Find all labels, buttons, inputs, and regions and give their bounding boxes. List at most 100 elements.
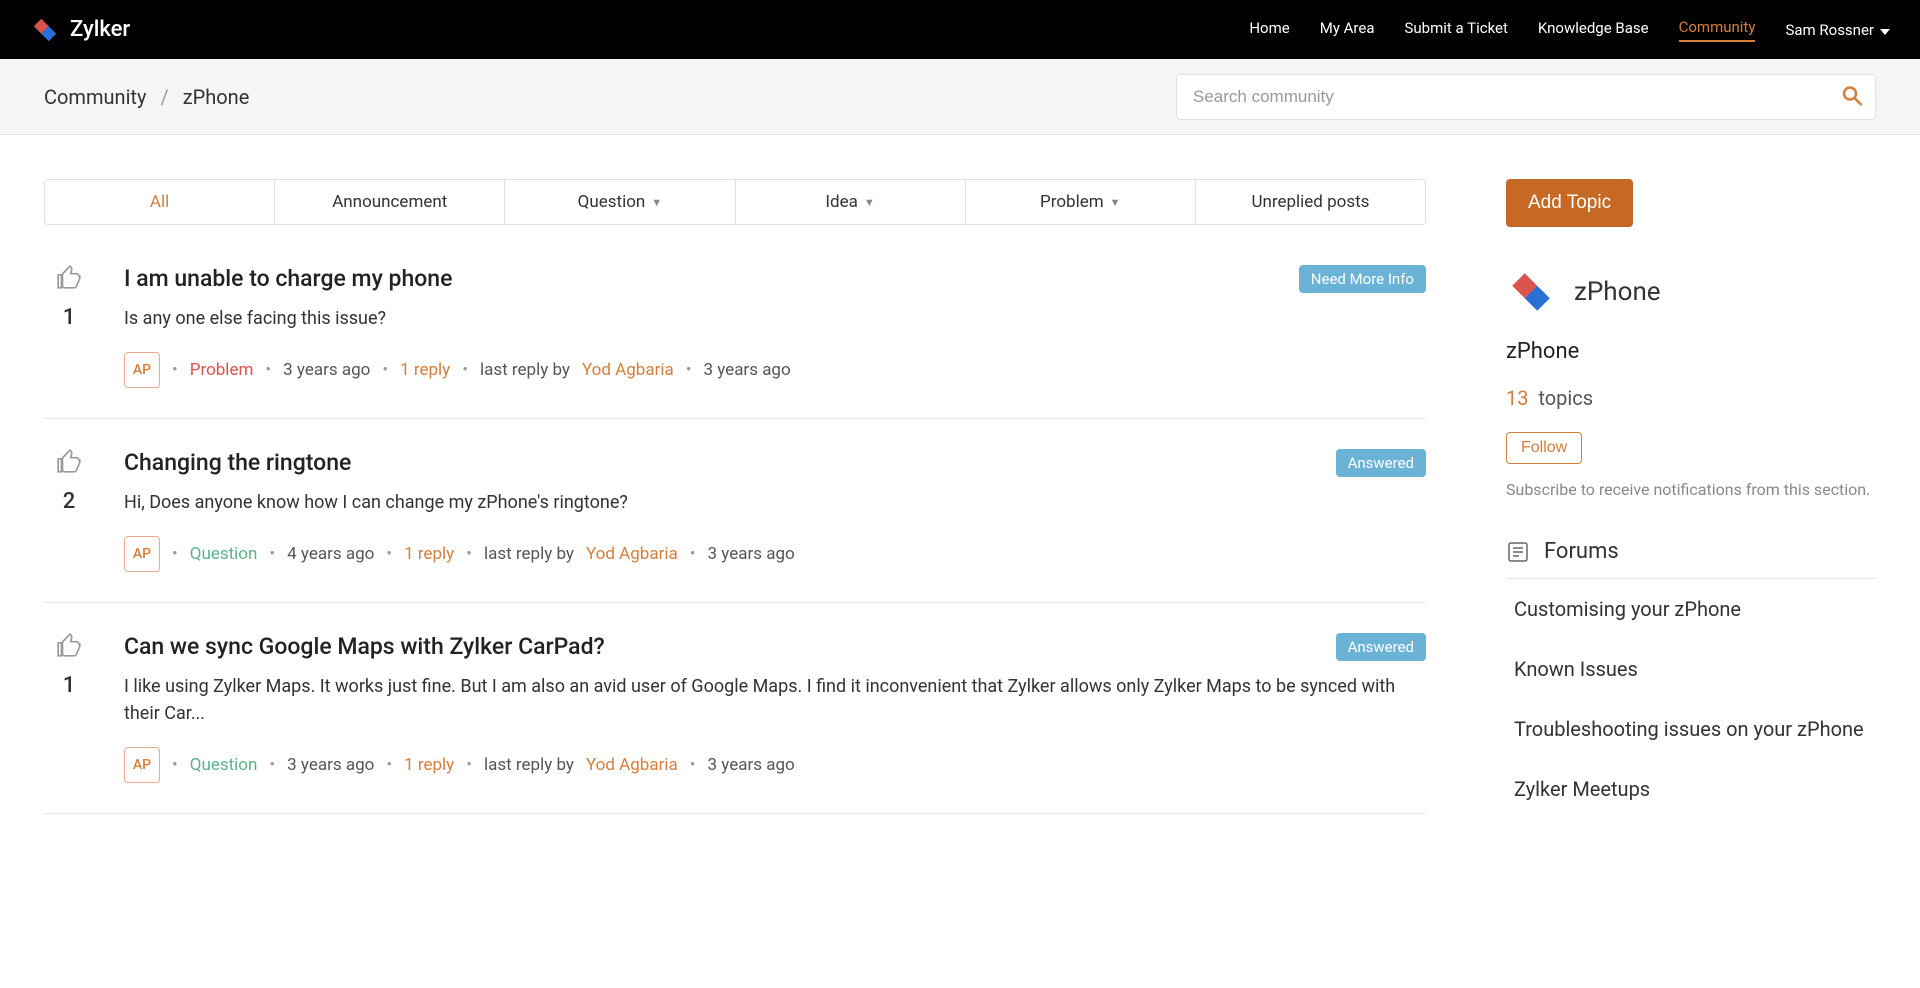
topic-head-row: Can we sync Google Maps with Zylker CarP… bbox=[124, 633, 1426, 661]
meta-dot: • bbox=[690, 544, 696, 564]
tab-label: Problem bbox=[1040, 192, 1104, 212]
logo-area[interactable]: Zylker bbox=[30, 15, 130, 45]
chevron-down-icon: ▼ bbox=[1110, 196, 1121, 209]
topic-excerpt: Hi, Does anyone know how I can change my… bbox=[124, 489, 1426, 516]
product-logo-icon bbox=[1506, 267, 1556, 317]
topics-count-row: 13 topics bbox=[1506, 386, 1876, 410]
tab-label: Announcement bbox=[332, 192, 447, 212]
nav-submit-ticket[interactable]: Submit a Ticket bbox=[1405, 19, 1508, 41]
topic-meta: AP • Question • 3 years ago • 1 reply • … bbox=[124, 747, 1426, 783]
meta-dot: • bbox=[172, 544, 178, 564]
search-input[interactable] bbox=[1176, 74, 1876, 120]
last-reply-prefix: last reply by bbox=[484, 544, 574, 564]
meta-dot: • bbox=[462, 360, 468, 380]
forum-item[interactable]: Known Issues bbox=[1506, 639, 1876, 699]
meta-dot: • bbox=[172, 755, 178, 775]
meta-dot: • bbox=[382, 360, 388, 380]
breadcrumb-zphone[interactable]: zPhone bbox=[183, 85, 250, 109]
thumbs-up-icon[interactable] bbox=[56, 449, 82, 479]
brand-logo-icon bbox=[30, 15, 60, 45]
replies-link[interactable]: 1 reply bbox=[400, 360, 450, 380]
topic-title[interactable]: Changing the ringtone bbox=[124, 449, 351, 476]
topic-body: Changing the ringtone Answered Hi, Does … bbox=[124, 449, 1426, 572]
meta-dot: • bbox=[269, 755, 275, 775]
breadcrumb: Community / zPhone bbox=[44, 85, 249, 109]
topic-age: 3 years ago bbox=[283, 360, 370, 380]
content: All Announcement Question ▼ Idea ▼ Problem… bbox=[44, 179, 1426, 819]
nav-knowledge-base[interactable]: Knowledge Base bbox=[1538, 19, 1649, 41]
topic-meta: AP • Problem • 3 years ago • 1 reply • l… bbox=[124, 352, 1426, 388]
topic-title[interactable]: I am unable to charge my phone bbox=[124, 265, 452, 292]
topic-body: Can we sync Google Maps with Zylker CarP… bbox=[124, 633, 1426, 783]
product-title: zPhone bbox=[1574, 277, 1661, 307]
tab-all[interactable]: All bbox=[45, 180, 275, 224]
chevron-down-icon: ▼ bbox=[864, 196, 875, 209]
meta-dot: • bbox=[686, 360, 692, 380]
thumbs-up-icon[interactable] bbox=[56, 633, 82, 663]
status-badge: Answered bbox=[1336, 449, 1426, 477]
tab-problem[interactable]: Problem ▼ bbox=[966, 180, 1196, 224]
topic-body: I am unable to charge my phone Need More… bbox=[124, 265, 1426, 388]
status-badge: Answered bbox=[1336, 633, 1426, 661]
add-topic-button[interactable]: Add Topic bbox=[1506, 179, 1633, 227]
tab-question[interactable]: Question ▼ bbox=[505, 180, 735, 224]
search-button[interactable] bbox=[1842, 85, 1862, 108]
topic-row: 2 Changing the ringtone Answered Hi, Doe… bbox=[44, 419, 1426, 603]
main: All Announcement Question ▼ Idea ▼ Problem… bbox=[0, 135, 1920, 819]
tab-label: Idea bbox=[825, 192, 857, 212]
forum-item[interactable]: Troubleshooting issues on your zPhone bbox=[1506, 699, 1876, 759]
tab-idea[interactable]: Idea ▼ bbox=[736, 180, 966, 224]
topic-age: 3 years ago bbox=[287, 755, 374, 775]
thumbs-up-icon[interactable] bbox=[56, 265, 82, 295]
topic-type[interactable]: Question bbox=[190, 755, 258, 775]
forum-item[interactable]: Zylker Meetups bbox=[1506, 759, 1876, 819]
meta-dot: • bbox=[690, 755, 696, 775]
product-name: zPhone bbox=[1506, 339, 1876, 364]
forums-header: Forums bbox=[1506, 539, 1876, 579]
tab-announcement[interactable]: Announcement bbox=[275, 180, 505, 224]
last-reply-author[interactable]: Yod Agbaria bbox=[586, 544, 678, 564]
subscribe-description: Subscribe to receive notifications from … bbox=[1506, 480, 1876, 499]
topic-row: 1 I am unable to charge my phone Need Mo… bbox=[44, 265, 1426, 419]
topic-type[interactable]: Problem bbox=[190, 360, 254, 380]
forum-icon bbox=[1506, 540, 1530, 564]
sidebar: Add Topic zPhone zPhone 13 topics Follow… bbox=[1506, 179, 1876, 819]
breadcrumb-community[interactable]: Community bbox=[44, 85, 146, 109]
vote-count: 1 bbox=[63, 305, 76, 330]
avatar[interactable]: AP bbox=[124, 747, 160, 783]
meta-dot: • bbox=[386, 544, 392, 564]
tabs: All Announcement Question ▼ Idea ▼ Problem… bbox=[44, 179, 1426, 225]
meta-dot: • bbox=[172, 360, 178, 380]
last-reply-author[interactable]: Yod Agbaria bbox=[582, 360, 674, 380]
last-reply-prefix: last reply by bbox=[484, 755, 574, 775]
meta-dot: • bbox=[269, 544, 275, 564]
topic-excerpt: Is any one else facing this issue? bbox=[124, 305, 1426, 332]
tab-unreplied[interactable]: Unreplied posts bbox=[1196, 180, 1425, 224]
nav-home[interactable]: Home bbox=[1249, 19, 1289, 41]
topic-meta: AP • Question • 4 years ago • 1 reply • … bbox=[124, 536, 1426, 572]
vote-count: 2 bbox=[63, 489, 76, 514]
last-reply-author[interactable]: Yod Agbaria bbox=[586, 755, 678, 775]
topic-type[interactable]: Question bbox=[190, 544, 258, 564]
search-icon bbox=[1842, 85, 1862, 105]
nav-community[interactable]: Community bbox=[1679, 18, 1756, 42]
vote-col: 1 bbox=[44, 265, 94, 388]
chevron-down-icon: ▼ bbox=[651, 196, 662, 209]
last-reply-age: 3 years ago bbox=[707, 544, 794, 564]
follow-button[interactable]: Follow bbox=[1506, 432, 1582, 464]
topics-list: 1 I am unable to charge my phone Need Mo… bbox=[44, 265, 1426, 814]
forum-item[interactable]: Customising your zPhone bbox=[1506, 579, 1876, 639]
replies-link[interactable]: 1 reply bbox=[404, 544, 454, 564]
avatar[interactable]: AP bbox=[124, 352, 160, 388]
user-menu[interactable]: Sam Rossner bbox=[1785, 21, 1890, 39]
forums-title: Forums bbox=[1544, 539, 1619, 564]
replies-link[interactable]: 1 reply bbox=[404, 755, 454, 775]
nav-my-area[interactable]: My Area bbox=[1320, 19, 1375, 41]
avatar[interactable]: AP bbox=[124, 536, 160, 572]
status-badge: Need More Info bbox=[1299, 265, 1426, 293]
topic-head-row: I am unable to charge my phone Need More… bbox=[124, 265, 1426, 293]
searchbox bbox=[1176, 74, 1876, 120]
subheader: Community / zPhone bbox=[0, 59, 1920, 135]
tab-label: Question bbox=[578, 192, 646, 212]
topic-title[interactable]: Can we sync Google Maps with Zylker CarP… bbox=[124, 633, 605, 660]
